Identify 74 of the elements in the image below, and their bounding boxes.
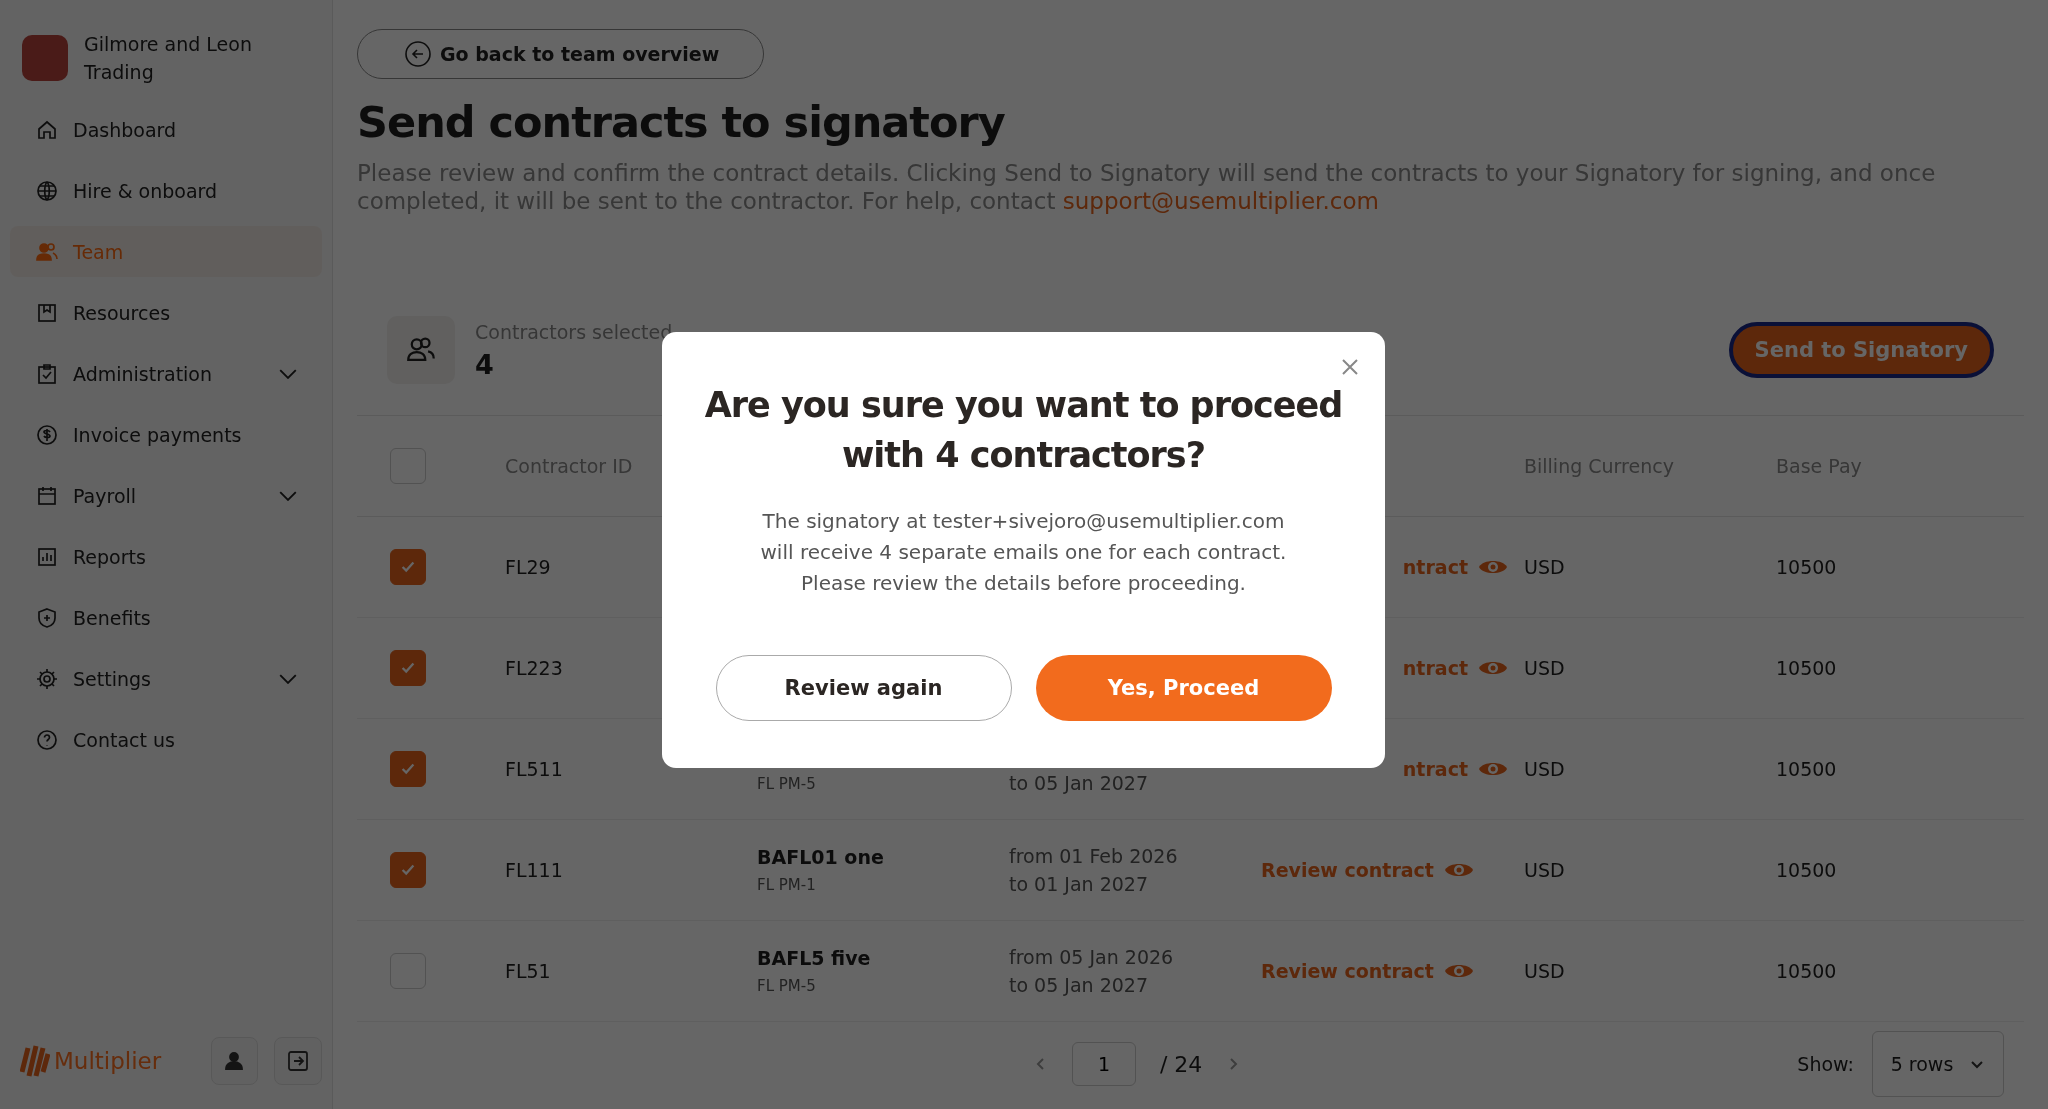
review-contract-link[interactable]: ntract xyxy=(1402,657,1468,679)
dialog-title: Are you sure you want to proceed with 4 contractors? xyxy=(703,384,1344,477)
end-date: to 01 Jan 2027 xyxy=(1009,872,1149,897)
profile-button[interactable] xyxy=(210,1037,259,1085)
sidebar-item[interactable]: Team xyxy=(10,226,322,277)
help-icon xyxy=(35,727,59,752)
review-again-button[interactable]: Review again xyxy=(715,655,1012,721)
end-date: to 05 Jan 2027 xyxy=(1009,973,1149,998)
base-pay: 10500 xyxy=(1776,758,1837,780)
contractor-id: FL111 xyxy=(505,859,563,881)
sidebar-item[interactable]: Reports xyxy=(10,531,322,582)
show-label: Show: xyxy=(1797,1053,1854,1075)
dollar-icon xyxy=(35,422,59,447)
contractor-id: FL511 xyxy=(505,758,563,780)
billing-currency: USD xyxy=(1524,758,1565,780)
sidebar-item[interactable]: Benefits xyxy=(10,592,322,643)
row-checkbox[interactable] xyxy=(390,751,426,787)
sidebar-item[interactable]: Payroll xyxy=(10,470,322,521)
shield-icon xyxy=(35,605,59,630)
contractor-id: FL29 xyxy=(505,556,551,578)
sidebar-item[interactable]: Dashboard xyxy=(10,104,322,155)
dialog-text: will receive 4 separate emails one for each contract. xyxy=(760,539,1287,566)
billing-currency: USD xyxy=(1524,960,1565,982)
sidebar-item[interactable]: Hire & onboard xyxy=(10,165,322,216)
base-pay: 10500 xyxy=(1776,960,1837,982)
logout-icon xyxy=(286,1049,311,1073)
rows-dropdown[interactable]: 5 rows xyxy=(1872,1031,2004,1097)
billing-currency: USD xyxy=(1524,657,1565,679)
globe-icon xyxy=(35,178,59,203)
page-total: / 24 xyxy=(1159,1051,1203,1077)
proceed-button[interactable]: Yes, Proceed xyxy=(1035,655,1332,721)
contract-code: FL PM-5 xyxy=(757,977,817,995)
contractor-name: BAFL01 one xyxy=(757,846,885,870)
dialog-text: The signatory at tester+sivejoro@usemultiplier.com xyxy=(761,508,1286,535)
base-pay: 10500 xyxy=(1776,859,1837,881)
sidebar-item[interactable]: Administration xyxy=(10,348,322,399)
row-checkbox[interactable] xyxy=(390,549,426,585)
billing-currency: USD xyxy=(1524,556,1565,578)
review-contract-link[interactable]: ntract xyxy=(1402,758,1468,780)
contractor-id: FL51 xyxy=(505,960,551,982)
end-date: to 05 Jan 2027 xyxy=(1009,771,1149,796)
back-button[interactable]: Go back to team overview xyxy=(357,29,765,79)
brand-logo: Multiplier xyxy=(20,1042,195,1080)
row-checkbox[interactable] xyxy=(390,852,426,888)
page-input[interactable]: 1 xyxy=(1071,1042,1136,1086)
sidebar-item[interactable]: Resources xyxy=(10,287,322,338)
clipboard-check-icon xyxy=(35,361,59,386)
row-checkbox[interactable] xyxy=(390,650,426,686)
settings-icon xyxy=(35,666,59,691)
people-icon xyxy=(387,316,455,384)
review-contract-link[interactable]: ntract xyxy=(1402,556,1468,578)
review-contract-link[interactable]: Review contract xyxy=(1261,960,1434,982)
summary-count: 4 xyxy=(475,348,495,380)
company-name: Gilmore and Leon Trading xyxy=(84,32,253,85)
contract-code: FL PM-1 xyxy=(757,876,817,894)
support-link[interactable]: support@usemultiplier.com xyxy=(1062,188,1379,214)
base-pay: 10500 xyxy=(1776,657,1837,679)
start-date: from 05 Jan 2026 xyxy=(1009,945,1175,970)
sidebar-item[interactable]: Invoice payments xyxy=(10,409,322,460)
billing-currency: USD xyxy=(1524,859,1565,881)
sidebar-item[interactable]: Contact us xyxy=(10,714,322,765)
contractor-name: BAFL5 five xyxy=(757,947,872,971)
review-contract-link[interactable]: Review contract xyxy=(1261,859,1434,881)
base-pay: 10500 xyxy=(1776,556,1837,578)
contractor-id: FL223 xyxy=(505,657,563,679)
dialog-text: Please review the details before proceeding. xyxy=(800,570,1247,597)
sidebar-item[interactable]: Settings xyxy=(10,653,322,704)
company-avatar xyxy=(22,35,68,81)
logout-button[interactable] xyxy=(274,1037,322,1085)
contract-code: FL PM-5 xyxy=(757,775,817,793)
send-button[interactable]: Send to Signatory xyxy=(1728,322,1994,378)
page-title: Send contracts to signatory xyxy=(357,97,1006,147)
start-date: from 01 Feb 2026 xyxy=(1009,844,1179,869)
close-icon xyxy=(1341,358,1359,376)
